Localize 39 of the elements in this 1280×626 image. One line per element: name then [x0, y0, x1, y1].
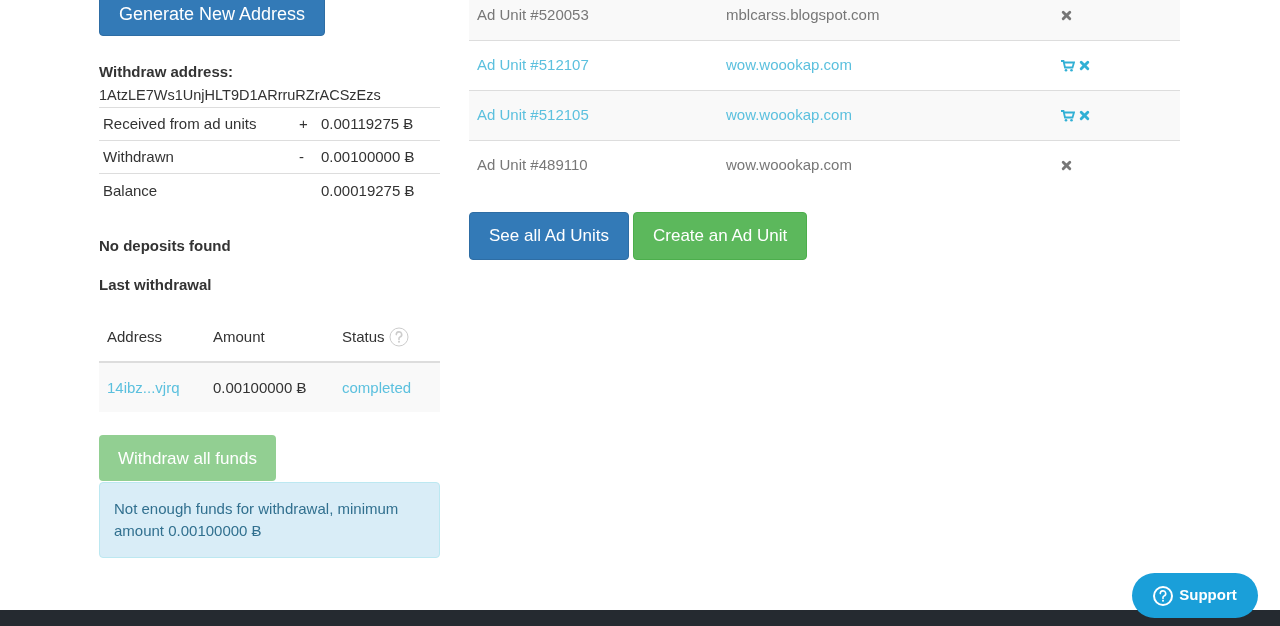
balance-sign: - [299, 148, 304, 165]
close-icon[interactable] [1079, 110, 1090, 121]
column-header: Address [107, 327, 163, 347]
amount-cell-text: 0.00100000 Ƀ [213, 377, 308, 398]
close-icon[interactable] [1061, 160, 1072, 171]
support-button[interactable]: Support [1132, 573, 1258, 618]
withdraw-address: 1AtzLE7Ws1UnjHLT9D1ARrruRZrACSzEzs [99, 85, 382, 105]
site-link[interactable]: wow.woookap.com [726, 104, 1061, 127]
last-withdrawal-title: Last withdrawal [99, 274, 213, 295]
ad-unit-button[interactable]: Create an Ad Unit [633, 212, 808, 260]
column-header: Amount [213, 327, 265, 347]
balance-amount: 0.00019275 Ƀ [321, 180, 415, 201]
withdraw-address-label: Withdraw address: [99, 62, 235, 82]
balance-sign: + [299, 115, 308, 132]
ad-unit-link[interactable]: Ad Unit #489110 [477, 154, 726, 177]
balance-label: Balance [103, 180, 159, 201]
cart-icon[interactable] [1061, 59, 1075, 72]
site-link[interactable]: wow.woookap.com [726, 54, 1061, 77]
cart-icon[interactable] [1061, 109, 1075, 122]
site-link[interactable]: mblcarss.blogspot.com [726, 3, 1061, 27]
ad-unit-button[interactable]: See all Ad Units [469, 212, 629, 260]
close-icon[interactable] [1079, 60, 1090, 71]
help-icon [388, 327, 409, 348]
generate-address-button[interactable]: Generate New Address [99, 0, 326, 36]
balance-label: Received from ad units [103, 114, 258, 134]
ad-unit-link[interactable]: Ad Unit #520053 [477, 3, 726, 27]
info-alert: Not enough funds for withdrawal, minimum amount 0.00100000 Ƀ [99, 482, 440, 559]
site-link[interactable]: wow.woookap.com [726, 154, 1061, 177]
balance-amount: 0.00119275 Ƀ [321, 114, 414, 134]
deposits-note: No deposits found [99, 236, 232, 257]
balance-amount: 0.00100000 Ƀ [321, 147, 415, 167]
balance-label: Withdrawn [103, 147, 175, 167]
ad-unit-link[interactable]: Ad Unit #512105 [477, 104, 726, 127]
status-text: completed [342, 377, 412, 398]
column-header: Status [342, 327, 385, 347]
address-link[interactable]: 14ibz...vjrq [107, 376, 213, 399]
ad-unit-link[interactable]: Ad Unit #512107 [477, 54, 726, 77]
help-icon [1153, 585, 1174, 606]
close-icon[interactable] [1061, 9, 1072, 21]
